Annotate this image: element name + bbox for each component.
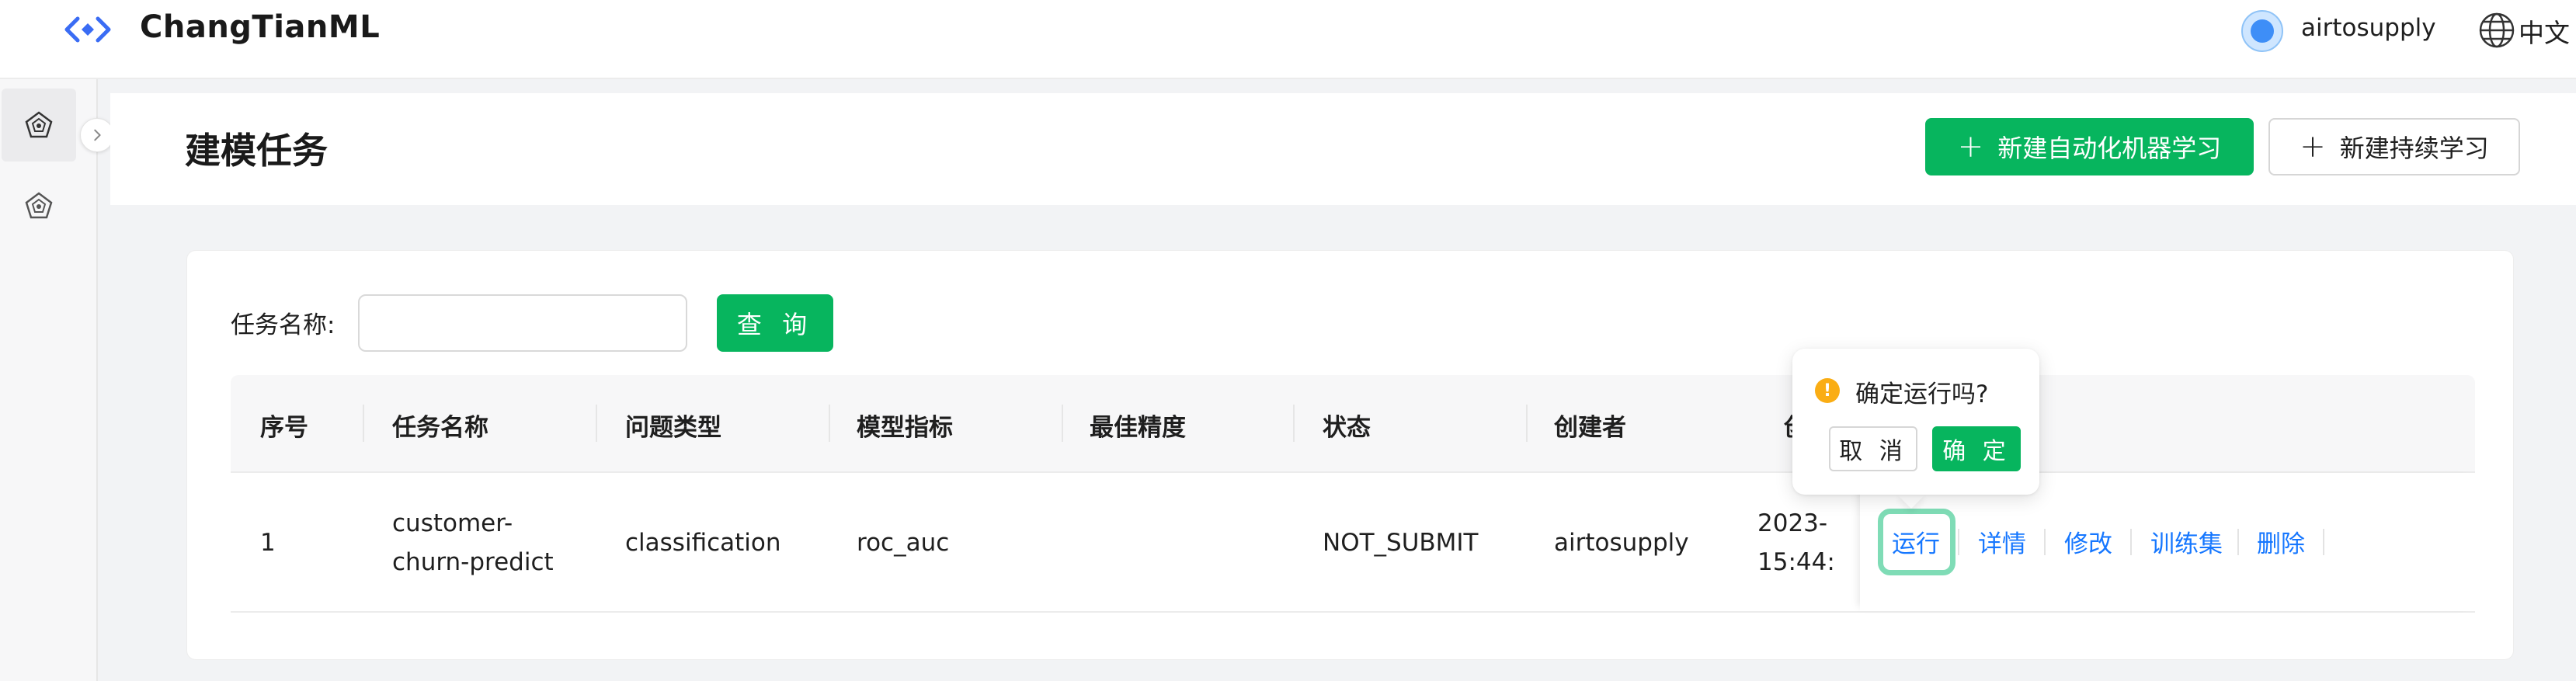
pentagon-network-icon bbox=[25, 192, 53, 219]
cell-task-name-line1: customer- bbox=[392, 509, 513, 537]
edit-action-link[interactable]: 修改 bbox=[2064, 524, 2112, 559]
cell-created-time: 15:44: bbox=[1757, 548, 1835, 576]
top-header: ChangTianML airtosupply 中文 bbox=[0, 0, 2576, 79]
task-list-card: 任务名称: 查 询 序号 任务名称 问题类型 模型指标 最佳精度 状态 创建者 … bbox=[186, 250, 2514, 660]
chevron-right-icon bbox=[94, 129, 101, 141]
language-switch[interactable]: 中文 bbox=[2519, 12, 2570, 50]
col-task-name: 任务名称 bbox=[392, 414, 488, 442]
col-best-accuracy: 最佳精度 bbox=[1090, 414, 1186, 442]
exclamation-warning-icon: ! bbox=[1815, 378, 1840, 403]
col-metric: 模型指标 bbox=[857, 414, 953, 442]
action-divider bbox=[2044, 529, 2046, 555]
cell-problem-type: classification bbox=[625, 529, 781, 557]
col-divider bbox=[829, 405, 830, 442]
new-continual-label: 新建持续学习 bbox=[2339, 134, 2489, 163]
training-set-action-link[interactable]: 训练集 bbox=[2150, 524, 2223, 559]
run-focus-ring bbox=[1878, 509, 1955, 575]
popconfirm-message: 确定运行吗? bbox=[1855, 380, 1989, 408]
globe-icon[interactable] bbox=[2477, 11, 2516, 50]
task-name-search-input[interactable] bbox=[358, 294, 687, 352]
cell-creator: airtosupply bbox=[1554, 529, 1689, 557]
action-divider bbox=[2130, 529, 2132, 555]
col-index: 序号 bbox=[260, 414, 308, 442]
sidebar-item-secondary[interactable] bbox=[2, 169, 76, 242]
run-popconfirm bbox=[1792, 349, 2039, 495]
details-action-link[interactable]: 详情 bbox=[1978, 524, 2026, 559]
col-divider bbox=[1526, 405, 1528, 442]
sidebar-item-modeling[interactable] bbox=[2, 89, 76, 162]
username[interactable]: airtosupply bbox=[2301, 14, 2436, 42]
plus-icon: + bbox=[1957, 129, 1984, 165]
popconfirm-ok-button[interactable]: 确 定 bbox=[1932, 426, 2021, 471]
plus-icon: + bbox=[2300, 129, 2326, 165]
new-automl-label: 新建自动化机器学习 bbox=[1997, 134, 2222, 163]
sidebar-expand-button[interactable] bbox=[80, 118, 114, 152]
page-title: 建模任务 bbox=[185, 130, 328, 172]
col-divider bbox=[596, 405, 597, 442]
popconfirm-cancel-button[interactable]: 取 消 bbox=[1829, 426, 1917, 471]
avatar-face-icon bbox=[2251, 19, 2274, 43]
col-divider bbox=[1293, 405, 1295, 442]
pentagon-network-icon bbox=[25, 111, 53, 138]
brand-name[interactable]: ChangTianML bbox=[140, 9, 380, 45]
new-continual-learning-button[interactable]: + 新建持续学习 bbox=[2268, 118, 2520, 175]
action-divider bbox=[1958, 529, 1959, 555]
col-problem-type: 问题类型 bbox=[625, 414, 721, 442]
cell-task-name-line2: churn-predict bbox=[392, 548, 554, 576]
search-label: 任务名称: bbox=[231, 311, 335, 339]
cell-status: NOT_SUBMIT bbox=[1323, 529, 1479, 557]
logo-icon[interactable] bbox=[61, 16, 115, 43]
col-creator: 创建者 bbox=[1554, 414, 1626, 442]
user-avatar[interactable] bbox=[2241, 10, 2283, 52]
col-status: 状态 bbox=[1323, 414, 1371, 442]
col-divider bbox=[1062, 405, 1063, 442]
cell-index: 1 bbox=[260, 529, 276, 557]
sidebar bbox=[0, 79, 98, 681]
col-divider bbox=[363, 405, 364, 442]
action-divider bbox=[2237, 529, 2239, 555]
delete-action-link[interactable]: 删除 bbox=[2257, 524, 2305, 559]
new-automl-button[interactable]: + 新建自动化机器学习 bbox=[1925, 118, 2254, 175]
action-divider bbox=[2323, 529, 2324, 555]
table-header: 序号 任务名称 问题类型 模型指标 最佳精度 状态 创建者 创 bbox=[231, 375, 2475, 473]
query-button[interactable]: 查 询 bbox=[717, 294, 833, 352]
cell-created-date: 2023- bbox=[1757, 509, 1828, 537]
page-header: 建模任务 + 新建自动化机器学习 + 新建持续学习 bbox=[110, 93, 2576, 205]
cell-metric: roc_auc bbox=[857, 529, 950, 557]
